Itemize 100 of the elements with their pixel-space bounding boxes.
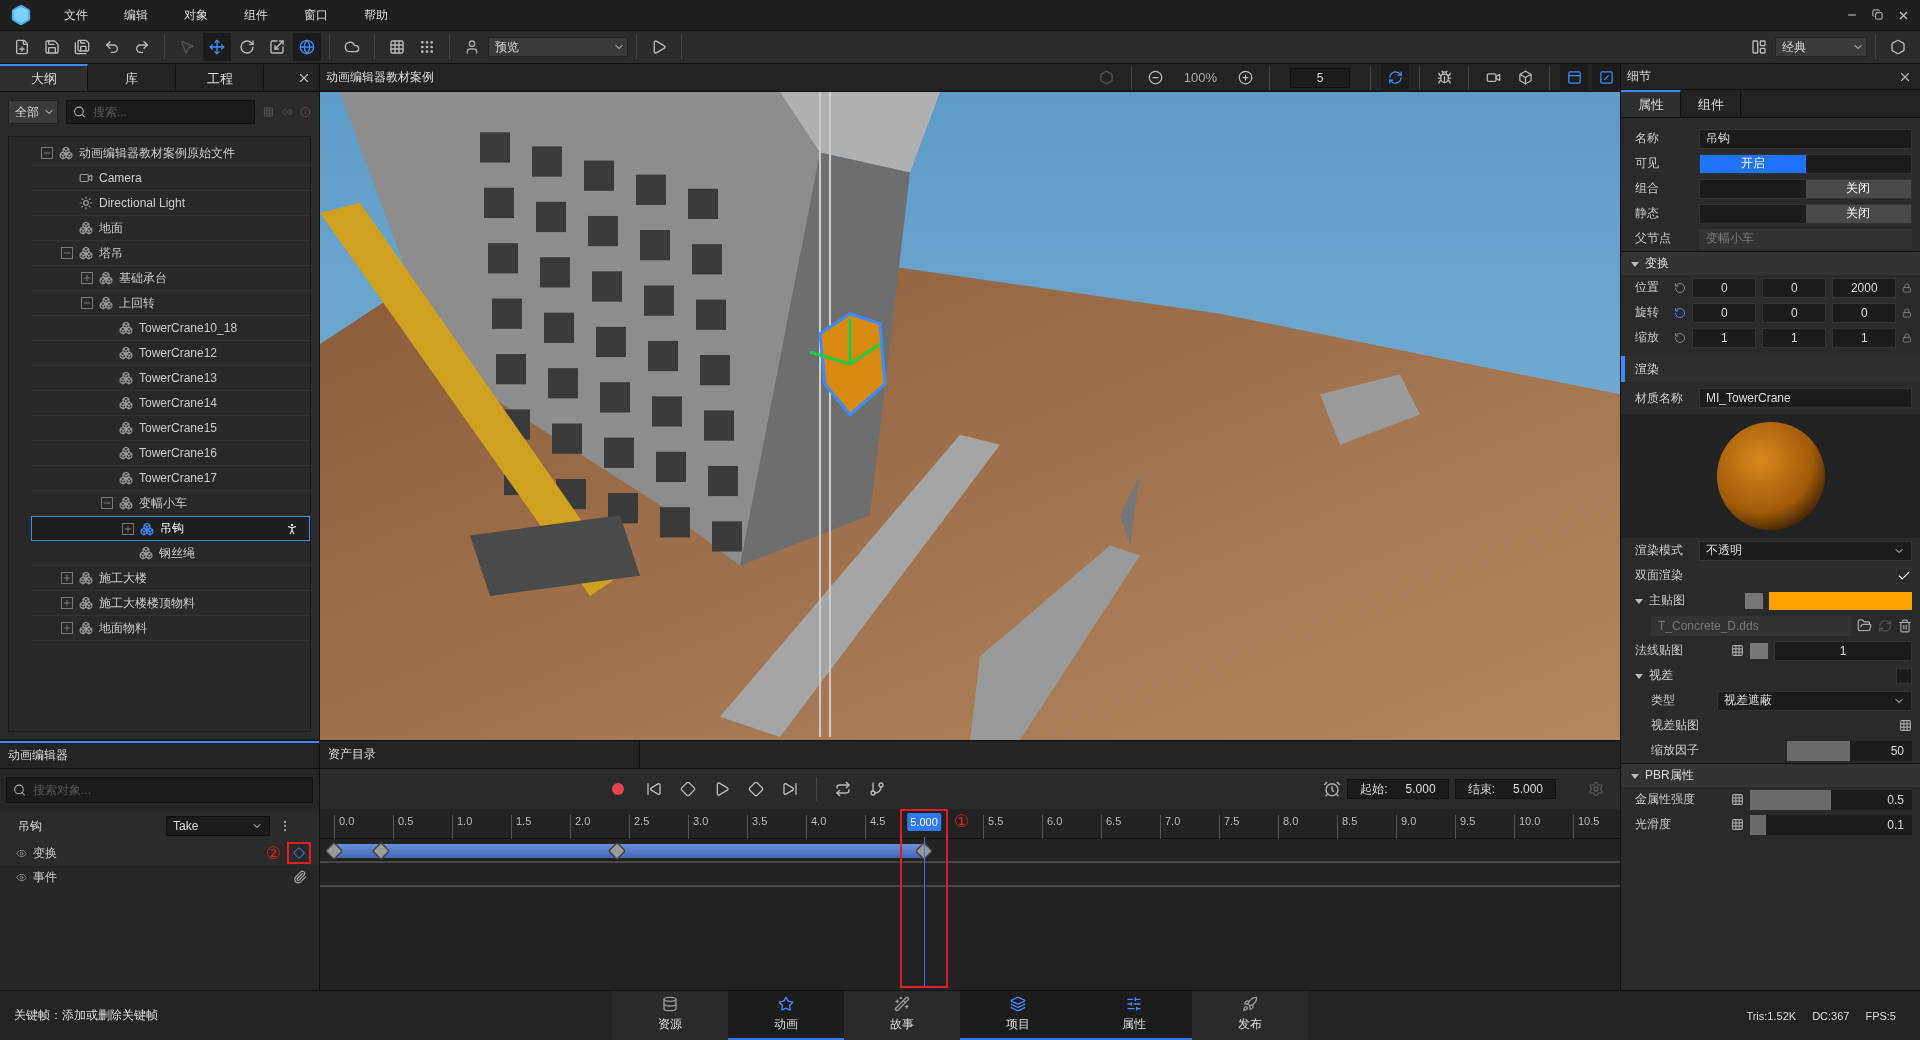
tree-item[interactable]: TowerCrane17 — [31, 466, 310, 491]
camera-speed-field[interactable]: 5 — [1290, 67, 1350, 88]
number-field[interactable]: 0 — [1692, 277, 1757, 298]
tree-item[interactable]: TowerCrane12 — [31, 341, 310, 366]
tree-item[interactable]: 施工大楼 — [31, 566, 310, 591]
tree-item[interactable]: 地面物料 — [31, 616, 310, 641]
globe-icon — [299, 39, 315, 55]
tree-item-label: 施工大楼楼顶物料 — [99, 594, 195, 612]
tree-item[interactable]: 吊钩 — [31, 516, 310, 541]
section-header[interactable]: 变换 — [1621, 251, 1920, 275]
number-field[interactable]: 1 — [1762, 327, 1827, 348]
field-value: 5.000 — [1405, 782, 1436, 796]
layout-dropdown[interactable]: 经典 — [1775, 37, 1867, 57]
move-button[interactable] — [203, 33, 231, 61]
expand-icon — [61, 597, 73, 609]
menu-item[interactable]: 组件 — [226, 6, 286, 24]
tick-label: 9.0 — [1396, 815, 1417, 839]
nav-tab[interactable]: 项目 — [960, 991, 1076, 1040]
texture-thumbnail[interactable] — [1745, 592, 1763, 609]
panel-tab[interactable]: 大纲 — [0, 64, 88, 91]
number-field[interactable]: 2000 — [1832, 277, 1897, 298]
toggle-switch[interactable]: 关闭 — [1699, 178, 1912, 199]
tree-item[interactable]: Directional Light — [31, 191, 310, 216]
tick-label: 10.0 — [1514, 815, 1541, 839]
toggle-switch[interactable]: 关闭 — [1699, 203, 1912, 224]
tree-item[interactable]: 施工大楼楼顶物料 — [31, 591, 310, 616]
section-header[interactable]: PBR属性 — [1621, 763, 1920, 787]
slider[interactable]: 0.1 — [1750, 814, 1912, 835]
snap-button[interactable] — [1381, 63, 1409, 92]
select-field[interactable]: 视差遮蔽 — [1717, 690, 1912, 711]
panel-button[interactable] — [1560, 63, 1588, 92]
number-field[interactable]: 1 — [1692, 327, 1757, 348]
tree-item[interactable]: 钢丝绳 — [31, 541, 310, 566]
tree-item[interactable]: 塔吊 — [31, 241, 310, 266]
number-field[interactable]: 1 — [1832, 327, 1897, 348]
menu-item[interactable]: 编辑 — [106, 6, 166, 24]
expand-icon — [61, 622, 73, 634]
tree-item[interactable]: 动画编辑器教材案例原始文件 — [31, 141, 310, 166]
toggle-switch[interactable]: 开启 — [1699, 153, 1912, 174]
tree-item-label: 地面 — [99, 219, 123, 237]
restore-icon — [1872, 8, 1883, 20]
menu-item[interactable]: 窗口 — [286, 6, 346, 24]
texture-thumbnail[interactable] — [1750, 642, 1768, 659]
tree-item[interactable]: TowerCrane16 — [31, 441, 310, 466]
tree-item[interactable]: TowerCrane13 — [31, 366, 310, 391]
panel-tab[interactable]: 资产目录 — [320, 741, 640, 768]
select-field[interactable]: 不透明 — [1699, 540, 1912, 561]
number-field[interactable]: 0 — [1832, 302, 1897, 323]
tree-item-label: 施工大楼 — [99, 569, 147, 587]
cubes-icon — [119, 421, 133, 435]
tree-item[interactable]: TowerCrane15 — [31, 416, 310, 441]
number-field[interactable]: 0 — [1762, 302, 1827, 323]
slider[interactable]: 50 — [1787, 740, 1912, 761]
end-time-field[interactable]: 结束: 5.000 — [1454, 779, 1556, 799]
number-field[interactable]: 0 — [1692, 302, 1757, 323]
caret-icon[interactable] — [1631, 771, 1639, 780]
menu-item[interactable]: 帮助 — [346, 6, 406, 24]
tree-item[interactable]: TowerCrane10_18 — [31, 316, 310, 341]
wireframe-button[interactable] — [1592, 63, 1620, 92]
value-field[interactable]: 1 — [1774, 640, 1912, 661]
tree-item[interactable]: TowerCrane14 — [31, 391, 310, 416]
caret-icon[interactable] — [1635, 596, 1643, 605]
tree-item[interactable]: 地面 — [31, 216, 310, 241]
filter-dropdown[interactable]: 全部 — [8, 100, 58, 124]
tick-label: 4.0 — [806, 815, 827, 839]
nav-tab[interactable]: 动画 — [728, 991, 844, 1040]
tree-item[interactable]: 基础承台 — [31, 266, 310, 291]
slider[interactable]: 0.5 — [1750, 789, 1912, 810]
number-field[interactable]: 0 — [1762, 277, 1827, 298]
take-dropdown[interactable]: Take — [166, 816, 270, 836]
section-header[interactable]: 渲染 — [1621, 356, 1920, 382]
playhead-time[interactable]: 5.000 — [907, 813, 941, 831]
tree-item-label: TowerCrane13 — [139, 371, 218, 385]
collapse-icon — [81, 297, 93, 309]
color-swatch[interactable] — [1769, 591, 1912, 610]
panel-icon — [1566, 70, 1582, 85]
panel-tab[interactable]: 属性 — [1621, 90, 1681, 117]
property-label: 缩放因子 — [1651, 742, 1700, 759]
save-all-icon — [74, 39, 90, 55]
start-time-field[interactable]: 起始: 5.000 — [1347, 779, 1449, 799]
nav-tab[interactable]: 发布 — [1192, 991, 1308, 1040]
nav-tab[interactable]: 故事 — [844, 991, 960, 1040]
cube-icon — [1517, 70, 1533, 85]
name-field[interactable]: 吊钩 — [1699, 128, 1912, 149]
globe-button[interactable] — [293, 33, 321, 61]
keyframe-button[interactable] — [287, 842, 311, 864]
tree-item[interactable]: Camera — [31, 166, 310, 191]
menu-item[interactable]: 对象 — [166, 6, 226, 24]
tree-item[interactable]: 上回转 — [31, 291, 310, 316]
checkbox[interactable] — [1896, 567, 1912, 584]
preview-mode-dropdown[interactable]: 预览 — [488, 37, 628, 57]
menu-item[interactable]: 文件 — [46, 6, 106, 24]
cubes-icon — [139, 546, 153, 560]
record-button[interactable] — [612, 783, 625, 795]
sliders-icon — [1126, 996, 1142, 1012]
caret-icon[interactable] — [1635, 671, 1643, 680]
material-field[interactable]: MI_TowerCrane — [1699, 388, 1912, 408]
caret-icon[interactable] — [1631, 259, 1639, 268]
nav-tab[interactable]: 资源 — [612, 991, 728, 1040]
nav-tab[interactable]: 属性 — [1076, 991, 1192, 1040]
